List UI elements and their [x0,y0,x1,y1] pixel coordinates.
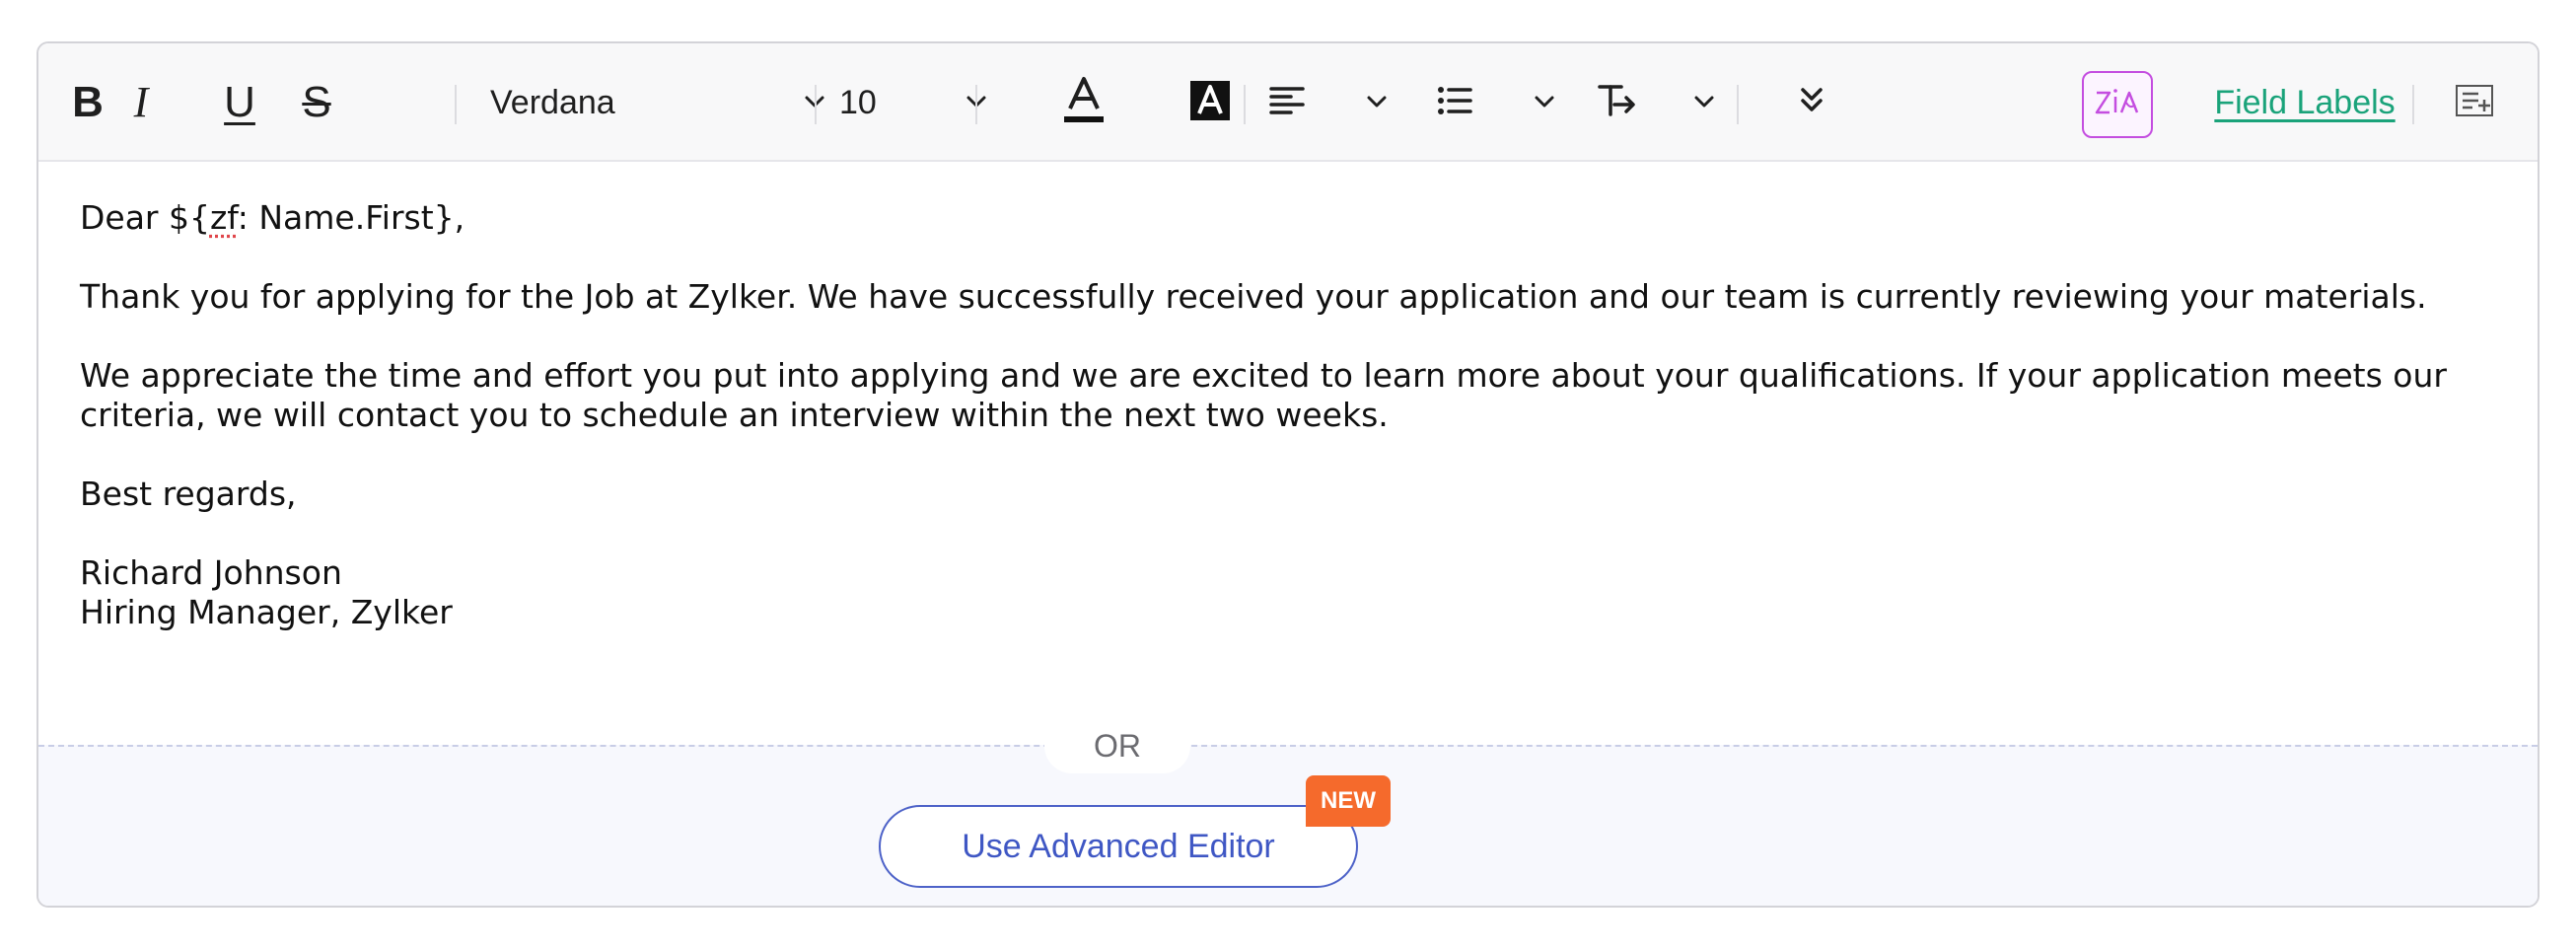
body-paragraph-1: Thank you for applying for the Job at Zy… [80,277,2427,316]
list-dropdown[interactable] [1437,43,1555,162]
toolbar-divider [2412,85,2414,124]
or-label: OR [1094,727,1141,764]
body-paragraph-2: We appreciate the time and effort you pu… [80,356,2458,434]
toolbar-divider [455,85,457,124]
bold-label: B [72,78,104,126]
email-editor: B I U S Verdana 10 Field Labels Dear ${z… [36,41,2540,908]
email-body[interactable]: Dear ${zf: Name.First}, Thank you for ap… [80,198,2506,632]
background-color-icon [1187,78,1233,127]
greeting-suffix: : Name.First}, [237,198,465,237]
alignment-dropdown[interactable] [1269,43,1388,162]
bulleted-list-icon [1437,85,1472,120]
align-left-icon [1269,85,1305,120]
toolbar-divider [975,85,977,124]
zia-ai-button[interactable] [2082,71,2153,138]
field-labels-link[interactable]: Field Labels [2186,43,2423,162]
toolbar-divider [815,85,817,124]
font-size-value: 10 [839,83,877,121]
italic-label: I [133,78,149,126]
insert-field-icon [2455,84,2494,121]
underline-label: U [224,78,255,126]
new-badge: NEW [1306,775,1391,827]
or-separator: OR [1044,718,1190,773]
editor-toolbar: B I U S Verdana 10 Field Labels [38,43,2538,162]
field-labels-text: Field Labels [2214,83,2396,121]
footer-divider [38,745,2538,747]
zia-ai-icon [2093,83,2142,126]
signature-title: Hiring Manager, Zylker [80,593,453,631]
italic-button[interactable]: I [109,43,173,162]
use-advanced-editor-button[interactable]: Use Advanced Editor [879,805,1358,888]
more-options-button[interactable] [1782,43,1841,162]
clear-formatting-dropdown[interactable] [1597,43,1715,162]
chevron-down-icon [1534,94,1555,112]
chevron-down-icon [1693,94,1715,112]
clear-formatting-icon [1597,83,1636,122]
font-family-value: Verdana [490,83,615,121]
greeting-line: Dear ${zf: Name.First}, [80,198,2506,238]
merge-field-token: zf [209,198,238,237]
closing-line: Best regards, [80,475,297,513]
new-badge-label: NEW [1321,787,1376,814]
font-size-select[interactable]: 10 [839,43,987,162]
bold-button[interactable]: B [58,43,117,162]
insert-field-button[interactable] [2445,43,2504,162]
signature-name: Richard Johnson [80,553,342,592]
advanced-editor-label: Use Advanced Editor [962,827,1275,865]
toolbar-divider [1244,85,1246,124]
chevron-down-icon [1366,94,1388,112]
strikethrough-label: S [302,78,331,126]
font-family-select[interactable]: Verdana [490,43,825,162]
strikethrough-button[interactable]: S [279,43,354,162]
greeting-prefix: Dear ${ [80,198,210,237]
underline-button[interactable]: U [210,43,269,162]
toolbar-divider [1737,85,1739,124]
text-color-icon [1060,73,1108,132]
more-options-icon [1799,86,1825,119]
text-color-button[interactable] [1037,43,1131,162]
